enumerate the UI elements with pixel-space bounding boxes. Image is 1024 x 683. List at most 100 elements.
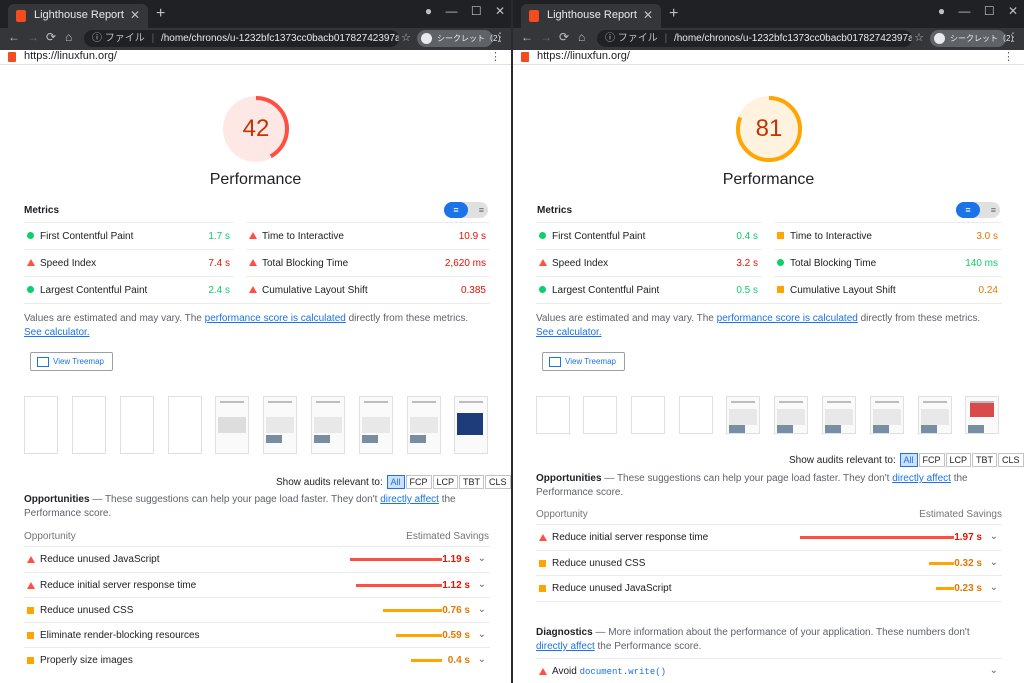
back-icon[interactable]: ← — [521, 30, 533, 44]
tab-lighthouse-report[interactable]: Lighthouse Report ✕ — [8, 4, 148, 28]
forward-icon[interactable]: → — [540, 30, 552, 44]
directly-affect-link[interactable]: directly affect — [892, 473, 951, 484]
lighthouse-icon — [16, 10, 26, 22]
metric-value: 10.9 s — [458, 231, 486, 242]
directly-affect-link[interactable]: directly affect — [536, 641, 595, 652]
calculator-link[interactable]: See calculator. — [24, 327, 90, 338]
new-tab-button[interactable]: + — [669, 4, 678, 24]
score-calculated-link[interactable]: performance score is calculated — [717, 313, 858, 324]
diagnostic-text: Avoid — [552, 666, 580, 677]
calculator-link[interactable]: See calculator. — [536, 327, 602, 338]
close-icon[interactable]: ✕ — [643, 8, 653, 22]
report-menu-icon[interactable]: ⋮ — [1003, 50, 1014, 63]
opportunity-row[interactable]: Reduce unused CSS 0.32 s ⌄ — [536, 550, 1002, 576]
forward-icon[interactable]: → — [27, 30, 39, 44]
close-window-icon[interactable]: ✕ — [495, 4, 505, 18]
chevron-down-icon[interactable]: ⌄ — [478, 604, 486, 615]
chip-all[interactable]: All — [899, 453, 918, 467]
record-icon[interactable]: ● — [425, 4, 432, 18]
metrics-heading: Metrics — [537, 205, 573, 216]
browser-menu-icon[interactable]: ⋮ — [1007, 30, 1019, 44]
info-icon[interactable]: ⓘ — [605, 33, 615, 44]
opportunity-row[interactable]: Properly size images 0.4 s ⌄ — [24, 647, 490, 673]
metric-value: 3.0 s — [976, 231, 998, 242]
diagnostic-code: document.write() — [579, 667, 667, 677]
chevron-down-icon[interactable]: ⌄ — [478, 654, 486, 665]
opportunity-row[interactable]: Reduce initial server response time 1.12… — [24, 572, 490, 598]
metric-label: Largest Contentful Paint — [552, 285, 660, 296]
chevron-down-icon[interactable]: ⌄ — [478, 629, 486, 640]
omnibox[interactable]: ⓘ ファイル | /home/chronos/u-1232bfc1373cc0b… — [597, 30, 912, 47]
chip-all[interactable]: All — [386, 475, 405, 489]
metric-tbt: Total Blocking Time 140 ms — [774, 249, 1002, 276]
opportunity-row[interactable]: Reduce unused JavaScript 1.19 s ⌄ — [24, 546, 490, 572]
home-icon[interactable]: ⌂ — [578, 30, 585, 44]
omnibox[interactable]: ⓘ ファイル | /home/chronos/u-1232bfc1373cc0b… — [84, 30, 399, 47]
chip-lcp[interactable]: LCP — [945, 453, 972, 467]
filmstrip-frame — [918, 396, 952, 434]
opportunity-row[interactable]: Reduce unused JavaScript 0.23 s ⌄ — [536, 575, 1002, 602]
detail-view-icon[interactable]: ≡ — [991, 202, 996, 218]
maximize-icon[interactable]: ☐ — [984, 4, 995, 18]
browser-window-right: Lighthouse Report ✕ + ● — ☐ ✕ ← → ⟳ ⌂ ⓘ … — [513, 0, 1024, 683]
metric-si: Speed Index 7.4 s — [24, 249, 234, 276]
chevron-down-icon[interactable]: ⌄ — [990, 665, 998, 676]
minimize-icon[interactable]: — — [445, 4, 457, 18]
opportunity-label: Reduce initial server response time — [552, 532, 709, 543]
chip-lcp[interactable]: LCP — [432, 475, 459, 489]
home-icon[interactable]: ⌂ — [65, 30, 72, 44]
report-menu-icon[interactable]: ⋮ — [490, 50, 501, 63]
metrics-view-toggle[interactable]: ≡ ≡ — [444, 202, 488, 218]
filmstrip-frame — [359, 396, 393, 454]
metrics-view-toggle[interactable]: ≡ ≡ — [956, 202, 1000, 218]
diagnostic-row[interactable]: Avoid document.write() ⌄ — [536, 658, 1002, 683]
reload-icon[interactable]: ⟳ — [46, 30, 56, 44]
score-calculated-link[interactable]: performance score is calculated — [205, 313, 346, 324]
incognito-badge[interactable]: シークレット（2） — [417, 30, 505, 47]
close-window-icon[interactable]: ✕ — [1008, 4, 1018, 18]
maximize-icon[interactable]: ☐ — [471, 4, 482, 18]
chip-cls[interactable]: CLS — [485, 475, 511, 489]
chevron-down-icon[interactable]: ⌄ — [478, 553, 486, 564]
chip-fcp[interactable]: FCP — [405, 475, 432, 489]
incognito-badge[interactable]: シークレット（2） — [930, 30, 1018, 47]
detail-view-icon[interactable]: ≡ — [479, 202, 484, 218]
minimize-icon[interactable]: — — [958, 4, 970, 18]
view-treemap-button[interactable]: View Treemap — [542, 352, 625, 371]
chevron-down-icon[interactable]: ⌄ — [990, 531, 998, 542]
metric-fcp: First Contentful Paint 1.7 s — [24, 222, 234, 249]
fail-icon — [249, 259, 257, 266]
chip-tbt[interactable]: TBT — [459, 475, 485, 489]
tab-lighthouse-report[interactable]: Lighthouse Report ✕ — [521, 4, 661, 28]
chip-cls[interactable]: CLS — [998, 453, 1024, 467]
opportunity-row[interactable]: Reduce initial server response time 1.97… — [536, 524, 1002, 550]
new-tab-button[interactable]: + — [156, 4, 165, 24]
star-icon[interactable]: ☆ — [914, 31, 924, 44]
opportunity-row[interactable]: Eliminate render-blocking resources 0.59… — [24, 622, 490, 648]
star-icon[interactable]: ☆ — [401, 31, 411, 44]
metric-label: Cumulative Layout Shift — [262, 285, 368, 296]
directly-affect-link[interactable]: directly affect — [380, 494, 439, 505]
chevron-down-icon[interactable]: ⌄ — [990, 557, 998, 568]
reload-icon[interactable]: ⟳ — [559, 30, 569, 44]
treemap-icon — [549, 357, 561, 367]
record-icon[interactable]: ● — [938, 4, 945, 18]
close-icon[interactable]: ✕ — [130, 8, 140, 22]
fail-icon — [249, 286, 257, 293]
info-icon[interactable]: ⓘ — [92, 33, 102, 44]
chip-fcp[interactable]: FCP — [918, 453, 945, 467]
list-view-icon[interactable]: ≡ — [444, 202, 468, 218]
treemap-label: View Treemap — [53, 357, 104, 366]
column-opportunity: Opportunity — [24, 531, 76, 542]
back-icon[interactable]: ← — [8, 30, 20, 44]
opportunity-label: Eliminate render-blocking resources — [40, 630, 200, 641]
opportunity-label: Reduce unused CSS — [552, 558, 646, 569]
chevron-down-icon[interactable]: ⌄ — [990, 582, 998, 593]
tab-strip: Lighthouse Report ✕ + ● — ☐ ✕ — [0, 0, 511, 28]
opportunity-row[interactable]: Reduce unused CSS 0.76 s ⌄ — [24, 597, 490, 623]
list-view-icon[interactable]: ≡ — [956, 202, 980, 218]
view-treemap-button[interactable]: View Treemap — [30, 352, 113, 371]
browser-menu-icon[interactable]: ⋮ — [494, 30, 506, 44]
chevron-down-icon[interactable]: ⌄ — [478, 579, 486, 590]
chip-tbt[interactable]: TBT — [972, 453, 998, 467]
